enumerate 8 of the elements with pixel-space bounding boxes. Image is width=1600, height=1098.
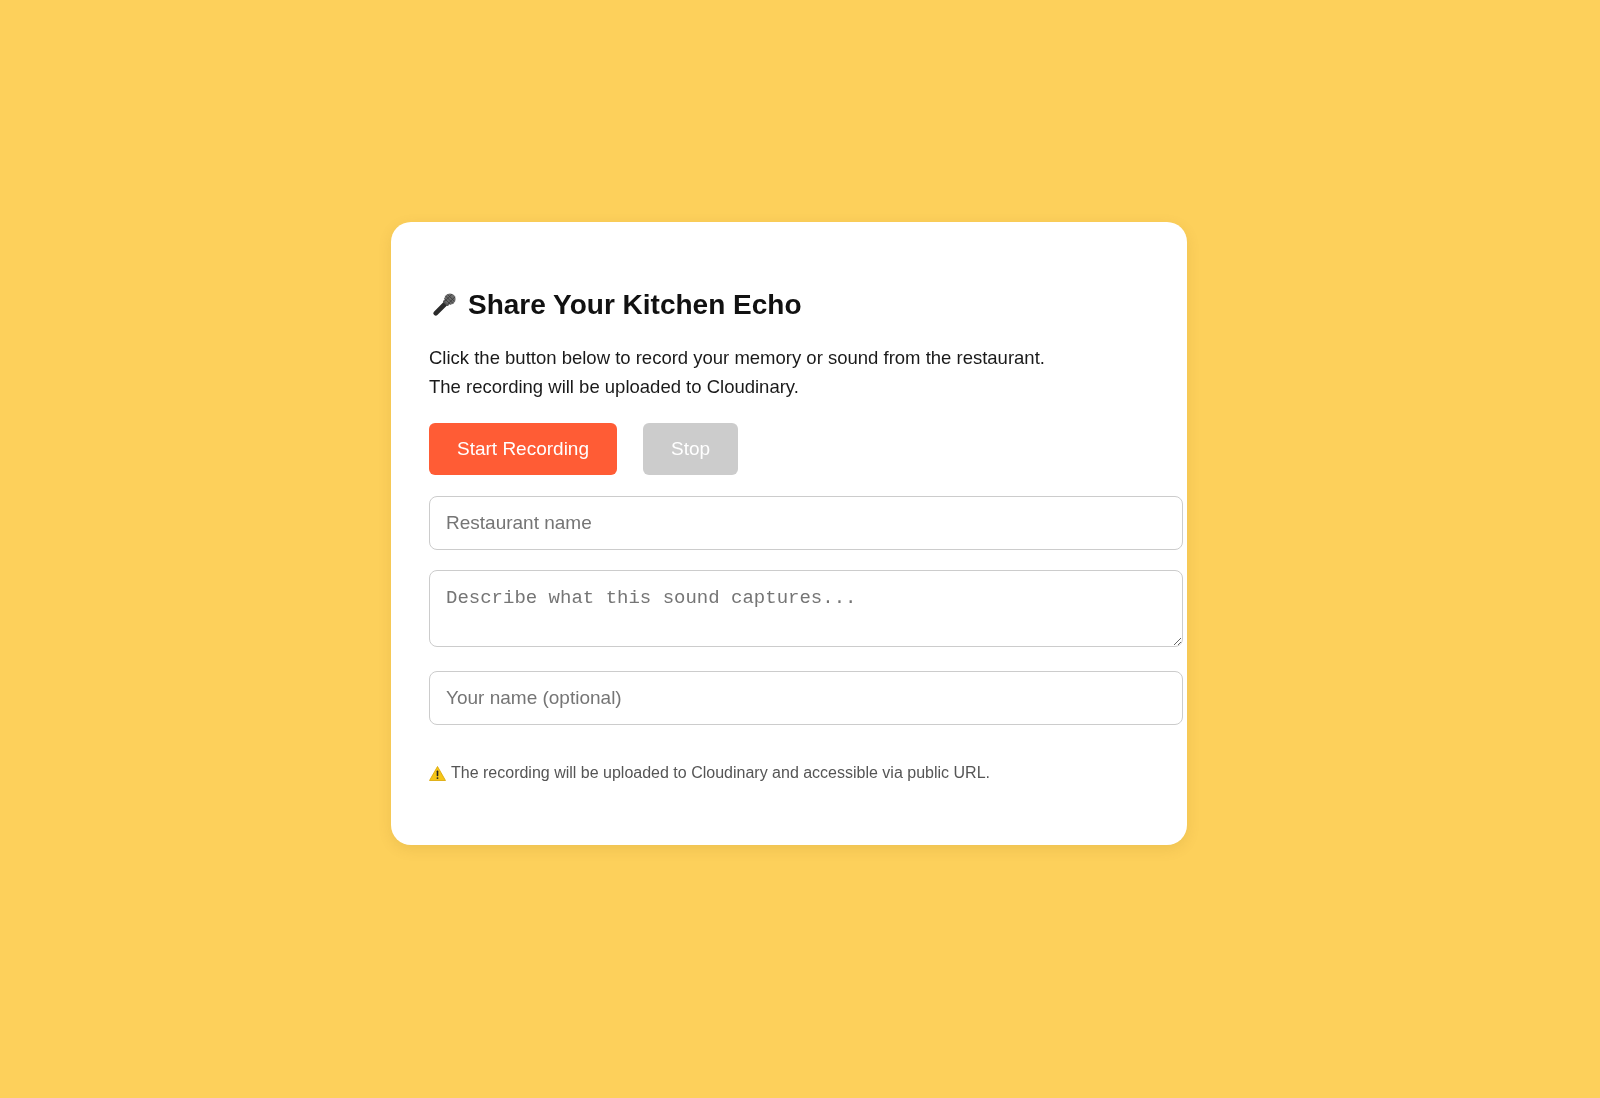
description-text: Click the button below to record your memory or sound from the restaurant. The recording will be uploaded to Cloudinary. [429, 346, 1046, 399]
warning-icon [429, 765, 446, 781]
notice-text: The recording will be uploaded to Cloudinary and accessible via public URL. [451, 763, 990, 783]
card-title: Share Your Kitchen Echo [468, 288, 802, 322]
start-recording-button[interactable]: Start Recording [429, 423, 617, 475]
text-input-field[interactable]: Restaurant name [429, 496, 1183, 550]
textarea-field[interactable]: Describe what this sound captures... [429, 570, 1183, 647]
text-input-field[interactable]: Your name (optional) [429, 671, 1183, 725]
